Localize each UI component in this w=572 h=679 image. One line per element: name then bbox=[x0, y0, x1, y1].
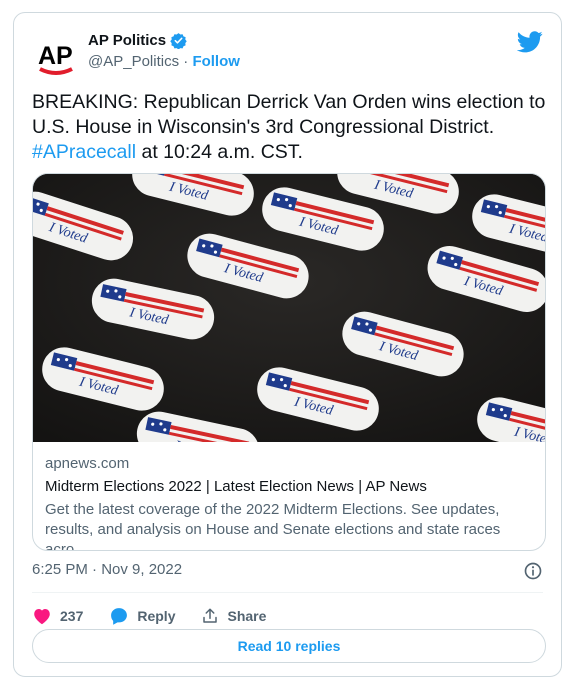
avatar[interactable]: AP bbox=[32, 31, 80, 79]
link-title: Midterm Elections 2022 | Latest Election… bbox=[45, 478, 427, 495]
link-domain: apnews.com bbox=[45, 455, 130, 472]
handle-row: @AP_Politics · Follow bbox=[88, 53, 240, 70]
tweet-text-after: at 10:24 a.m. CST. bbox=[136, 141, 303, 163]
tweet-header: AP AP Politics @AP_Politics · Follow bbox=[32, 31, 543, 81]
tweet-embed-card: AP AP Politics @AP_Politics · Follow BRE… bbox=[13, 12, 562, 677]
reply-button[interactable]: Reply bbox=[109, 606, 175, 626]
link-preview-image: I Voted bbox=[33, 174, 545, 477]
separator: · bbox=[179, 53, 193, 70]
tweet-timestamp[interactable]: 6:25 PM · Nov 9, 2022 bbox=[32, 561, 182, 578]
read-replies-button[interactable]: Read 10 replies bbox=[32, 629, 546, 663]
tweet-text: BREAKING: Republican Derrick Van Orden w… bbox=[32, 90, 552, 165]
action-bar: 237 Reply Share bbox=[32, 601, 292, 631]
follow-button[interactable]: Follow bbox=[192, 53, 240, 70]
share-label: Share bbox=[227, 608, 267, 624]
i-voted-stickers-photo: I Voted bbox=[33, 174, 545, 477]
ap-logo-icon: AP bbox=[38, 42, 73, 75]
info-icon[interactable] bbox=[523, 561, 543, 581]
twitter-bird-icon[interactable] bbox=[517, 31, 543, 53]
link-preview-meta: apnews.com Midterm Elections 2022 | Late… bbox=[45, 455, 533, 551]
timestamp-row: 6:25 PM · Nov 9, 2022 bbox=[32, 561, 543, 581]
like-count: 237 bbox=[60, 608, 84, 624]
tweet-text-main: BREAKING: Republican Derrick Van Orden w… bbox=[32, 91, 546, 138]
author-info: AP Politics @AP_Politics · Follow bbox=[88, 32, 240, 70]
reply-label: Reply bbox=[137, 608, 176, 624]
link-preview-card[interactable]: I Voted apnews.com Midter bbox=[32, 173, 546, 551]
verified-badge-icon bbox=[170, 33, 187, 49]
svg-text:AP: AP bbox=[38, 42, 73, 70]
hashtag-link[interactable]: #APracecall bbox=[32, 141, 136, 163]
share-upload-icon bbox=[203, 608, 218, 623]
share-button[interactable]: Share bbox=[201, 607, 266, 625]
author-name[interactable]: AP Politics bbox=[88, 32, 166, 49]
like-button[interactable]: 237 bbox=[32, 607, 83, 625]
reply-bubble-icon bbox=[111, 608, 128, 625]
link-description: Get the latest coverage of the 2022 Midt… bbox=[45, 501, 501, 551]
heart-icon bbox=[34, 609, 50, 625]
author-handle[interactable]: @AP_Politics bbox=[88, 53, 179, 70]
divider bbox=[32, 592, 543, 593]
